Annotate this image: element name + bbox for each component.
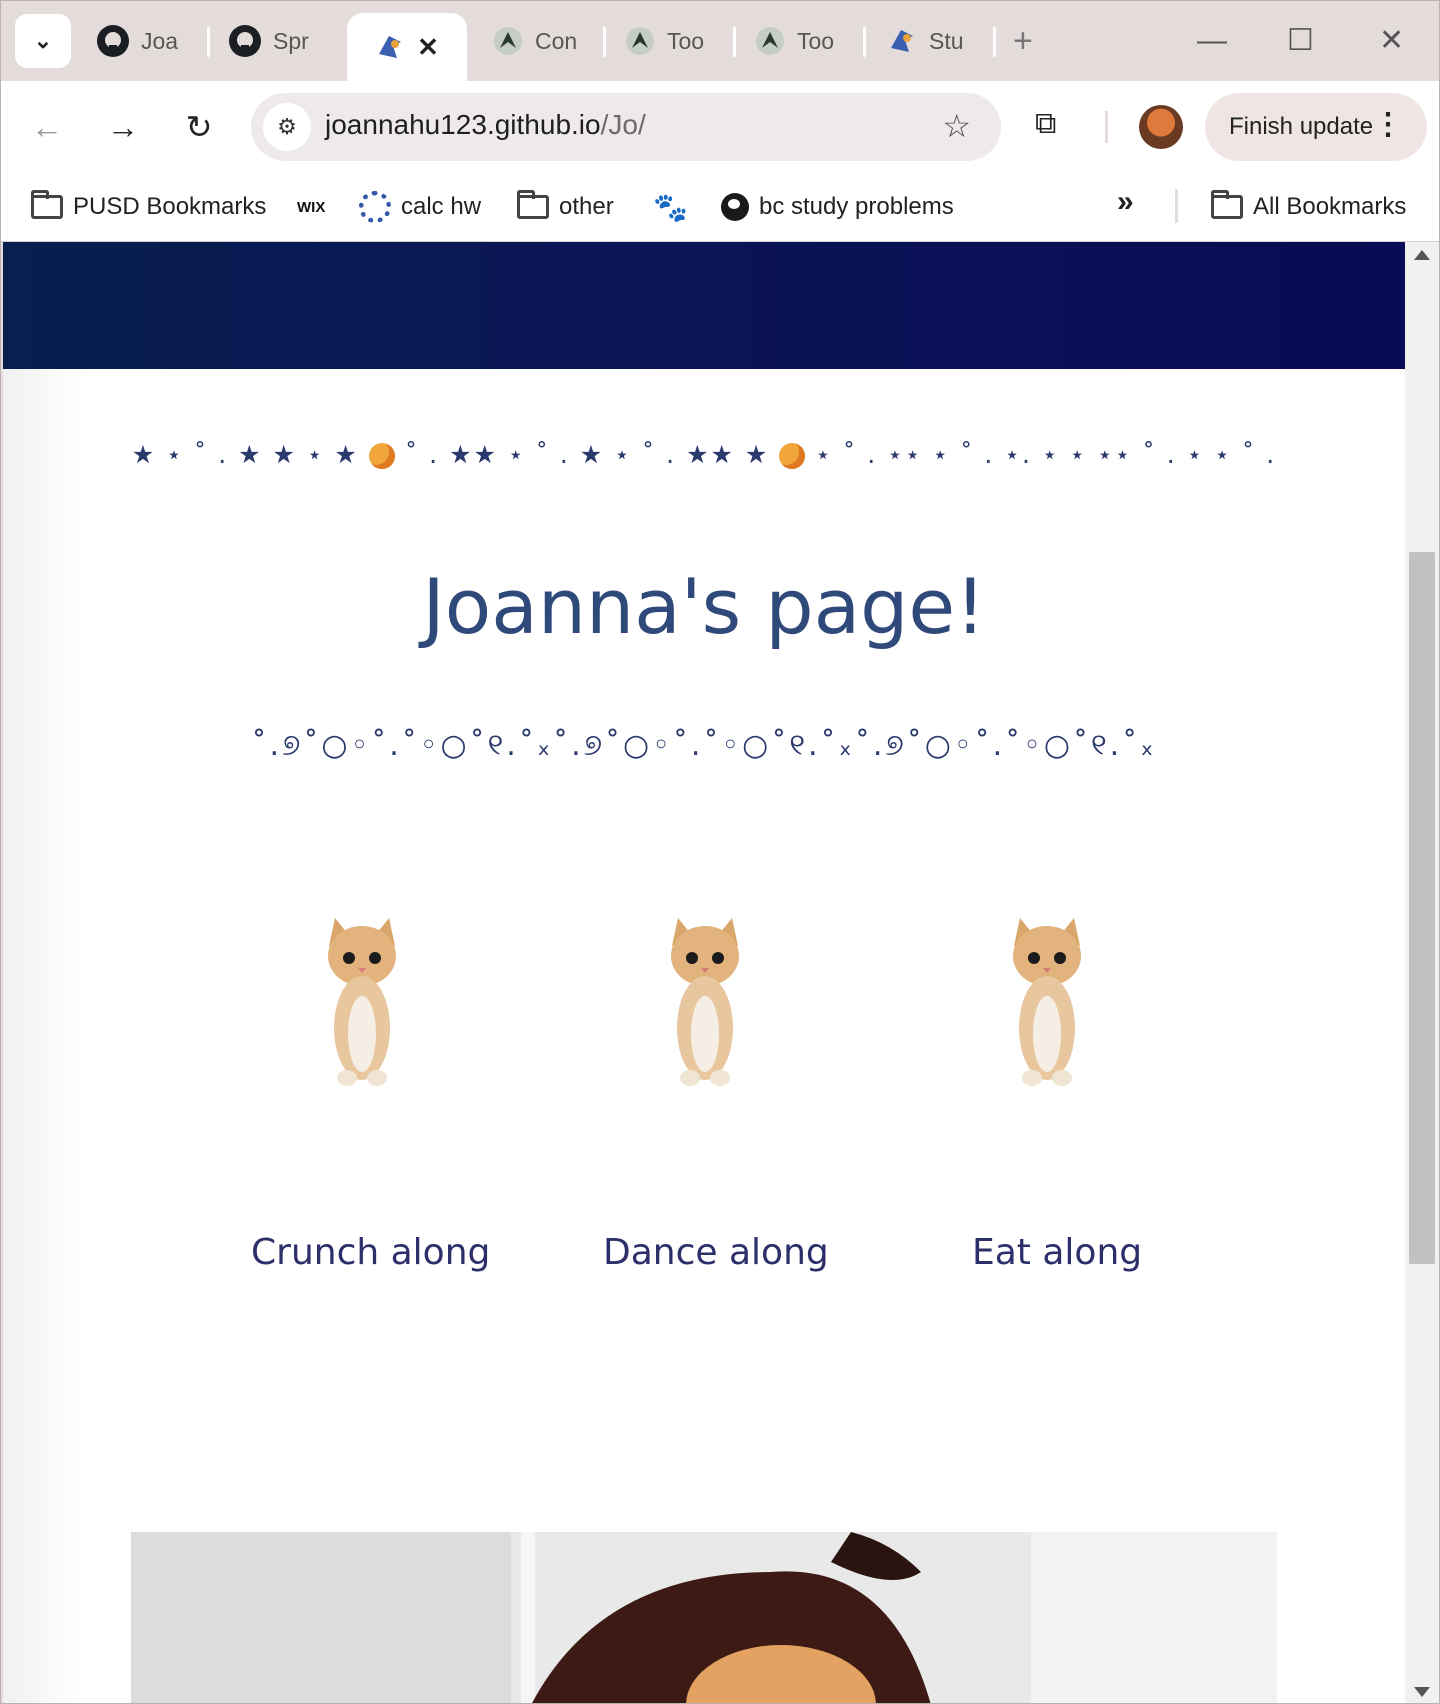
tab-label: Too [797, 27, 835, 54]
tab-1[interactable]: Joa [97, 13, 185, 69]
scrollbar-thumb[interactable] [1409, 552, 1435, 1264]
star-decoration: ★ ⋆ ˚ . ★ ★ ⋆ ★ ˚ . ★★ ⋆ ˚ . ★ ⋆ ˚ . ★★ … [131, 440, 1277, 469]
address-bar[interactable]: ⚙ joannahu123.github.io/Jo/ ☆ [251, 93, 1001, 161]
tab-7[interactable]: Stu [887, 13, 973, 69]
tab-4[interactable]: Con [493, 13, 579, 69]
cat-image[interactable] [660, 916, 750, 1088]
bookmark-calc-hw[interactable]: calc hw [359, 187, 481, 227]
tab-divider [207, 27, 210, 57]
tab-label: Stu [929, 27, 964, 54]
managed-folder-icon [31, 190, 63, 219]
all-bookmarks[interactable]: All Bookmarks [1211, 187, 1406, 227]
more-bookmarks-icon[interactable]: » [1117, 185, 1134, 219]
scroll-down-icon[interactable] [1414, 1687, 1430, 1697]
tab-label: Spr [273, 27, 309, 54]
wing-icon [755, 26, 785, 56]
browser-window: ⌄ Joa Spr ✕ Con Too Too Stu + — ☐ ✕ ← → … [0, 0, 1440, 1704]
all-bookmarks-label: All Bookmarks [1253, 193, 1407, 220]
reload-icon: ↻ [185, 109, 213, 145]
tab-label: Joa [141, 27, 179, 54]
planet-icon [779, 443, 806, 469]
bookmark-bc-study[interactable]: bc study problems [721, 187, 954, 227]
swirl-decoration: ˚.୭˚○◦˚.˚◦○˚୧.˚ₓ˚.୭˚○◦˚.˚◦○˚୧.˚ₓ˚.୭˚○◦˚.… [251, 728, 1157, 763]
wing-icon [493, 26, 523, 56]
github-icon [229, 25, 261, 57]
close-window-button[interactable]: ✕ [1379, 21, 1404, 61]
bookmark-label: other [559, 193, 614, 220]
folder-icon [1211, 190, 1243, 219]
tab-divider [733, 27, 736, 57]
finish-update-button[interactable]: Finish update ⋮ [1205, 93, 1427, 161]
url-host: joannahu123.github.io [325, 109, 601, 140]
new-tab-button[interactable]: + [1013, 23, 1033, 59]
tab-divider [993, 27, 996, 57]
tab-label: Too [667, 27, 705, 54]
tab-2[interactable]: Spr [229, 13, 317, 69]
eat-along-link[interactable]: Eat along [972, 1232, 1142, 1273]
bookmark-label: PUSD Bookmarks [73, 193, 267, 220]
tab-search-button[interactable]: ⌄ [15, 14, 71, 68]
bookmarks-divider [1175, 189, 1178, 223]
profile-avatar[interactable] [1139, 105, 1183, 149]
bookmark-star-icon[interactable]: ☆ [942, 107, 971, 145]
page-scrollbar[interactable] [1405, 242, 1439, 1703]
wix-icon: WIX [297, 198, 326, 216]
planet-icon [368, 443, 395, 469]
site-icon [887, 26, 917, 56]
reload-button[interactable]: ↻ [173, 101, 225, 153]
tab-strip: ⌄ Joa Spr ✕ Con Too Too Stu + — ☐ ✕ [1, 1, 1439, 81]
bookmark-wix[interactable]: WIX [297, 187, 325, 227]
bookmark-other[interactable]: other [517, 187, 614, 227]
chevron-down-icon: ⌄ [33, 28, 53, 53]
url-path: /Jo/ [600, 109, 646, 140]
globe-icon [721, 193, 749, 221]
cat-photo [131, 1532, 1277, 1703]
finish-update-label: Finish update [1229, 113, 1374, 140]
cat-image[interactable] [317, 916, 407, 1088]
tab-label: Con [535, 27, 578, 54]
hero-banner [3, 242, 1405, 369]
arrow-right-icon: → [107, 108, 139, 145]
wing-icon [625, 26, 655, 56]
cat-image[interactable] [1002, 916, 1092, 1088]
bookmark-pusd[interactable]: PUSD Bookmarks [31, 187, 266, 227]
bookmark-label: bc study problems [759, 193, 954, 220]
bookmarks-bar: PUSD Bookmarks WIX calc hw other 🐾 bc st… [1, 173, 1439, 242]
back-button[interactable]: ← [21, 101, 73, 153]
url-text[interactable]: joannahu123.github.io/Jo/ [325, 109, 646, 141]
arrow-left-icon: ← [31, 108, 63, 145]
toolbar-divider [1105, 111, 1108, 143]
forward-button[interactable]: → [97, 101, 149, 153]
scroll-up-icon[interactable] [1414, 250, 1430, 260]
browser-toolbar: ← → ↻ ⚙ joannahu123.github.io/Jo/ ☆ ⧉ Fi… [1, 81, 1439, 173]
tab-5[interactable]: Too [625, 13, 711, 69]
tab-6[interactable]: Too [755, 13, 841, 69]
crunch-along-link[interactable]: Crunch along [251, 1232, 490, 1273]
folder-icon [517, 190, 549, 219]
tune-icon: ⚙ [277, 114, 297, 139]
extensions-icon[interactable]: ⧉ [1035, 107, 1056, 141]
site-icon [375, 32, 405, 62]
github-icon [97, 25, 129, 57]
tab-divider [863, 27, 866, 57]
close-tab-icon[interactable]: ✕ [417, 32, 439, 63]
tab-divider [603, 27, 606, 57]
bookmark-label: calc hw [401, 193, 482, 220]
maximize-button[interactable]: ☐ [1287, 21, 1314, 61]
site-info-button[interactable]: ⚙ [263, 103, 311, 151]
minimize-button[interactable]: — [1197, 21, 1227, 61]
dance-along-link[interactable]: Dance along [603, 1232, 829, 1273]
page-viewport: ★ ⋆ ˚ . ★ ★ ⋆ ★ ˚ . ★★ ⋆ ˚ . ★ ⋆ ˚ . ★★ … [3, 242, 1405, 1703]
tab-active[interactable]: ✕ [347, 13, 467, 81]
page-title: Joanna's page! [422, 562, 986, 651]
more-menu-icon[interactable]: ⋮ [1373, 107, 1403, 142]
bookmark-paw[interactable]: 🐾 [653, 187, 688, 227]
calc-icon [359, 191, 391, 223]
paw-icon: 🐾 [653, 191, 688, 223]
